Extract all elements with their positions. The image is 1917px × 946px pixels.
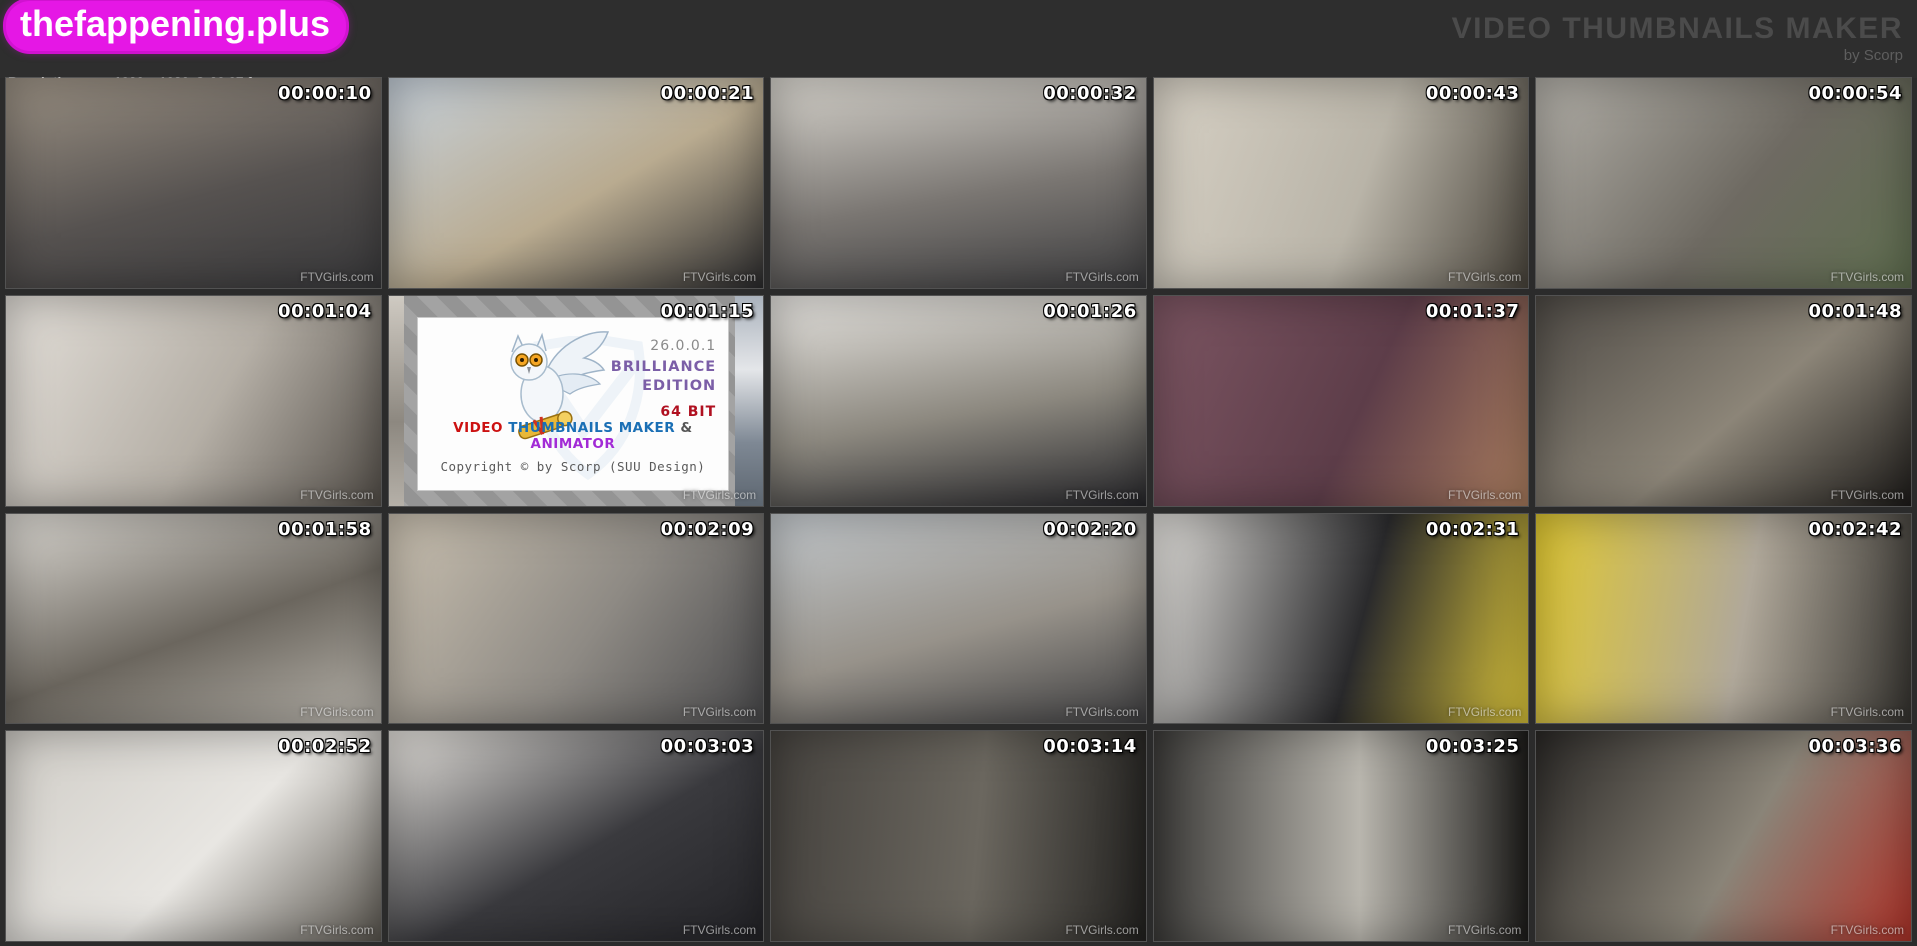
content-watermark: FTVGirls.com bbox=[300, 488, 373, 502]
video-thumbnail: FTVGirls.com 00:02:31 bbox=[1154, 514, 1529, 724]
content-watermark: FTVGirls.com bbox=[1831, 270, 1904, 284]
timestamp-label: 00:01:15 bbox=[661, 301, 755, 322]
header-bar: Resolution:1920 x 1080 @ 29.97 fps Durat… bbox=[0, 0, 1917, 78]
timestamp-label: 00:03:25 bbox=[1426, 736, 1520, 757]
content-watermark: FTVGirls.com bbox=[1065, 705, 1138, 719]
content-watermark: FTVGirls.com bbox=[683, 705, 756, 719]
video-thumbnail: FTVGirls.com 00:02:52 bbox=[6, 731, 381, 941]
timestamp-label: 00:03:36 bbox=[1808, 736, 1902, 757]
video-thumbnail: FTVGirls.com 00:01:58 bbox=[6, 514, 381, 724]
content-watermark: FTVGirls.com bbox=[1831, 488, 1904, 502]
video-frame-edge-right bbox=[735, 296, 763, 506]
video-thumbnail: FTVGirls.com 00:01:04 bbox=[6, 296, 381, 506]
content-watermark: FTVGirls.com bbox=[1065, 270, 1138, 284]
video-thumbnail: FTVGirls.com 00:02:09 bbox=[389, 514, 764, 724]
timestamp-label: 00:02:09 bbox=[661, 519, 755, 540]
thumbnail-grid: FTVGirls.com 00:00:10 FTVGirls.com 00:00:21… bbox=[0, 78, 1917, 946]
video-thumbnail: FTVGirls.com 00:01:48 bbox=[1536, 296, 1911, 506]
content-watermark: FTVGirls.com bbox=[1448, 923, 1521, 937]
vtm-splash-panel: 26.0.0.1 BRILLIANCE EDITION 64 BIT VIDEO… bbox=[417, 317, 730, 491]
content-watermark: FTVGirls.com bbox=[1065, 923, 1138, 937]
splash-title-part: & bbox=[680, 420, 692, 436]
content-watermark: FTVGirls.com bbox=[1448, 705, 1521, 719]
content-watermark: FTVGirls.com bbox=[683, 488, 756, 502]
timestamp-label: 00:00:54 bbox=[1808, 83, 1902, 104]
content-watermark: FTVGirls.com bbox=[1831, 705, 1904, 719]
timestamp-label: 00:02:52 bbox=[278, 736, 372, 757]
content-watermark: FTVGirls.com bbox=[1448, 488, 1521, 502]
timestamp-label: 00:01:26 bbox=[1043, 301, 1137, 322]
timestamp-label: 00:02:20 bbox=[1043, 519, 1137, 540]
timestamp-label: 00:02:31 bbox=[1426, 519, 1520, 540]
content-watermark: FTVGirls.com bbox=[1831, 923, 1904, 937]
splash-version-block: 26.0.0.1 BRILLIANCE EDITION 64 BIT bbox=[611, 338, 716, 420]
video-thumbnail: FTVGirls.com 00:01:26 bbox=[771, 296, 1146, 506]
content-watermark: FTVGirls.com bbox=[300, 923, 373, 937]
site-watermark: thefappening.plus bbox=[6, 1, 346, 51]
edition-label: BRILLIANCE EDITION bbox=[611, 358, 716, 396]
copyright-label: Copyright © by Scorp (SUU Design) bbox=[418, 459, 729, 474]
video-thumbnail-splash: 26.0.0.1 BRILLIANCE EDITION 64 BIT VIDEO… bbox=[389, 296, 764, 506]
timestamp-label: 00:01:04 bbox=[278, 301, 372, 322]
timestamp-label: 00:00:32 bbox=[1043, 83, 1137, 104]
timestamp-label: 00:00:43 bbox=[1426, 83, 1520, 104]
app-title: VIDEO THUMBNAILS MAKER bbox=[1452, 12, 1903, 46]
video-thumbnail: FTVGirls.com 00:03:03 bbox=[389, 731, 764, 941]
version-label: 26.0.0.1 bbox=[611, 338, 716, 354]
timestamp-label: 00:01:37 bbox=[1426, 301, 1520, 322]
video-thumbnail: FTVGirls.com 00:00:32 bbox=[771, 78, 1146, 288]
timestamp-label: 00:00:10 bbox=[278, 83, 372, 104]
timestamp-label: 00:02:42 bbox=[1808, 519, 1902, 540]
video-thumbnail: FTVGirls.com 00:00:54 bbox=[1536, 78, 1911, 288]
timestamp-label: 00:03:14 bbox=[1043, 736, 1137, 757]
timestamp-label: 00:01:48 bbox=[1808, 301, 1902, 322]
content-watermark: FTVGirls.com bbox=[300, 270, 373, 284]
video-thumbnail: FTVGirls.com 00:03:25 bbox=[1154, 731, 1529, 941]
video-thumbnail: FTVGirls.com 00:00:43 bbox=[1154, 78, 1529, 288]
app-branding: VIDEO THUMBNAILS MAKER by Scorp bbox=[1452, 12, 1903, 64]
video-thumbnail: FTVGirls.com 00:03:14 bbox=[771, 731, 1146, 941]
splash-title-part: VIDEO bbox=[453, 420, 503, 436]
content-watermark: FTVGirls.com bbox=[683, 923, 756, 937]
video-thumbnail: FTVGirls.com 00:02:20 bbox=[771, 514, 1146, 724]
timestamp-label: 00:00:21 bbox=[661, 83, 755, 104]
video-thumbnail: FTVGirls.com 00:00:10 bbox=[6, 78, 381, 288]
splash-bottom-block: VIDEO THUMBNAILS MAKER & ANIMATOR Copyri… bbox=[418, 420, 729, 474]
video-thumbnail: FTVGirls.com 00:03:36 bbox=[1536, 731, 1911, 941]
splash-title-part: ANIMATOR bbox=[531, 436, 616, 452]
splash-app-title: VIDEO THUMBNAILS MAKER & ANIMATOR bbox=[418, 420, 729, 452]
video-thumbnail: FTVGirls.com 00:01:37 bbox=[1154, 296, 1529, 506]
content-watermark: FTVGirls.com bbox=[300, 705, 373, 719]
content-watermark: FTVGirls.com bbox=[1448, 270, 1521, 284]
content-watermark: FTVGirls.com bbox=[683, 270, 756, 284]
video-thumbnail: FTVGirls.com 00:02:42 bbox=[1536, 514, 1911, 724]
bits-label: 64 BIT bbox=[611, 404, 716, 420]
splash-title-part: THUMBNAILS MAKER bbox=[508, 420, 675, 436]
timestamp-label: 00:01:58 bbox=[278, 519, 372, 540]
app-subtitle: by Scorp bbox=[1452, 47, 1903, 64]
video-frame-edge-left bbox=[389, 296, 404, 506]
content-watermark: FTVGirls.com bbox=[1065, 488, 1138, 502]
video-thumbnail: FTVGirls.com 00:00:21 bbox=[389, 78, 764, 288]
timestamp-label: 00:03:03 bbox=[661, 736, 755, 757]
